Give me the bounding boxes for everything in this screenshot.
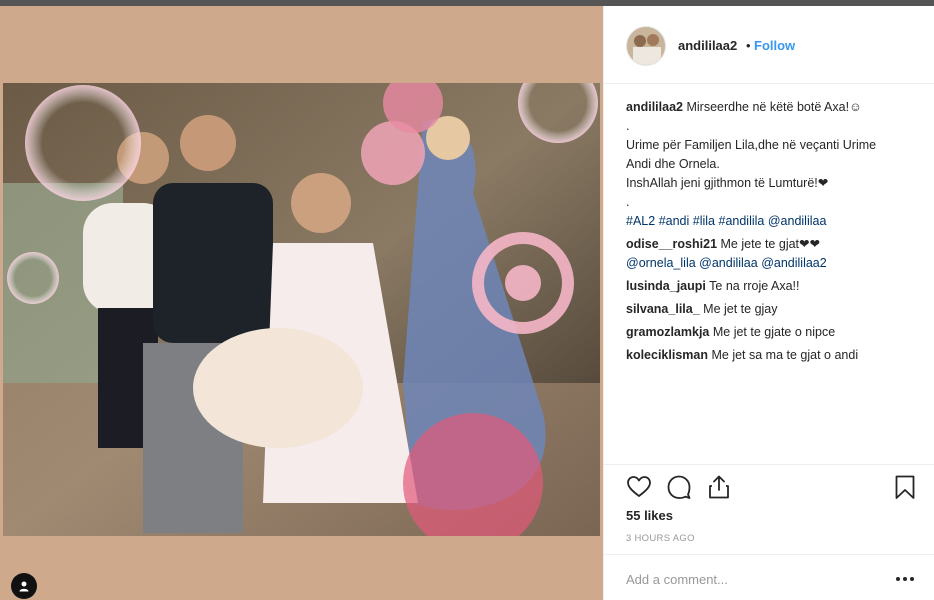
- comment-text: Me jet te gjate o nipce: [712, 325, 836, 339]
- comment-item: odise__roshi21 Me jete te gjat❤❤ @ornela…: [626, 235, 918, 273]
- post-header: andililaa2 • Follow: [604, 6, 934, 84]
- comment-item: koleciklisman Me jet sa ma te gjat o and…: [626, 346, 918, 365]
- tagged-people-icon[interactable]: [11, 573, 37, 599]
- comments-list: andililaa2 Mirseerdhe në këtë botë Axa!☺…: [626, 98, 918, 365]
- action-bar: [626, 474, 918, 502]
- comment-input[interactable]: Add a comment...: [626, 572, 728, 587]
- comment-icon[interactable]: [666, 474, 694, 502]
- comment-text: Te na rroje Axa!!: [709, 279, 800, 293]
- hashtag-link[interactable]: #lila: [693, 214, 715, 228]
- caption-line-4: InshAllah jeni gjithmon të Lumturë!: [626, 176, 818, 190]
- comment-username[interactable]: koleciklisman: [626, 348, 708, 362]
- header-username[interactable]: andililaa2: [678, 38, 737, 53]
- mention-link[interactable]: @andililaa: [768, 214, 827, 228]
- comment-item: gramozlamkja Me jet te gjate o nipce: [626, 323, 918, 342]
- header-separator: •: [746, 38, 751, 53]
- likes-count[interactable]: 55 likes: [626, 508, 673, 523]
- mention-link[interactable]: @andililaa: [699, 256, 758, 270]
- ellipsis-icon[interactable]: [895, 573, 915, 585]
- smile-emoji: ☺: [849, 100, 862, 114]
- heart-emoji: ❤: [817, 176, 829, 190]
- comment-item: silvana_lila_ Me jet te gjay: [626, 300, 918, 319]
- comment-username[interactable]: odise__roshi21: [626, 237, 717, 251]
- post-media[interactable]: [0, 6, 603, 600]
- post-photo[interactable]: [3, 83, 600, 536]
- hashtag-link[interactable]: #andilila: [719, 214, 765, 228]
- hashtag-link[interactable]: #AL2: [626, 214, 655, 228]
- caption-line-3: Andi dhe Ornela.: [626, 157, 720, 171]
- caption-username[interactable]: andililaa2: [626, 100, 683, 114]
- caption-line-2: Urime për Familjen Lila,dhe në veçanti U…: [626, 138, 877, 152]
- heart-icon[interactable]: [626, 474, 654, 502]
- add-comment-bar: Add a comment...: [604, 554, 934, 600]
- comment-text: Me jet te gjay: [703, 302, 778, 316]
- caption-line-1: Mirseerdhe në këtë botë Axa!: [686, 100, 850, 114]
- post-side-panel: andililaa2 • Follow andililaa2 Mirseerdh…: [603, 6, 934, 600]
- caption-dot-1: .: [626, 119, 630, 133]
- mention-link[interactable]: @andililaa2: [761, 256, 827, 270]
- bookmark-icon[interactable]: [892, 474, 920, 502]
- comment-text: Me jete te gjat❤❤: [720, 237, 820, 251]
- actions-divider: [604, 464, 934, 465]
- share-icon[interactable]: [706, 474, 734, 502]
- photo-illustration: [3, 83, 600, 536]
- post-timestamp[interactable]: 3 HOURS AGO: [626, 533, 695, 544]
- caption-dot-2: .: [626, 195, 630, 209]
- comment-username[interactable]: gramozlamkja: [626, 325, 709, 339]
- caption-tags: #AL2 #andi #lila #andilila @andililaa: [626, 212, 918, 231]
- comment-username[interactable]: lusinda_jaupi: [626, 279, 706, 293]
- mention-link[interactable]: @ornela_lila: [626, 256, 696, 270]
- post-caption: andililaa2 Mirseerdhe në këtë botë Axa!☺…: [626, 98, 918, 231]
- follow-button[interactable]: Follow: [754, 38, 795, 53]
- avatar[interactable]: [626, 26, 666, 66]
- hashtag-link[interactable]: #andi: [659, 214, 690, 228]
- comment-text: Me jet sa ma te gjat o andi: [711, 348, 859, 362]
- comment-username[interactable]: silvana_lila_: [626, 302, 700, 316]
- comment-item: lusinda_jaupi Te na rroje Axa!!: [626, 277, 918, 296]
